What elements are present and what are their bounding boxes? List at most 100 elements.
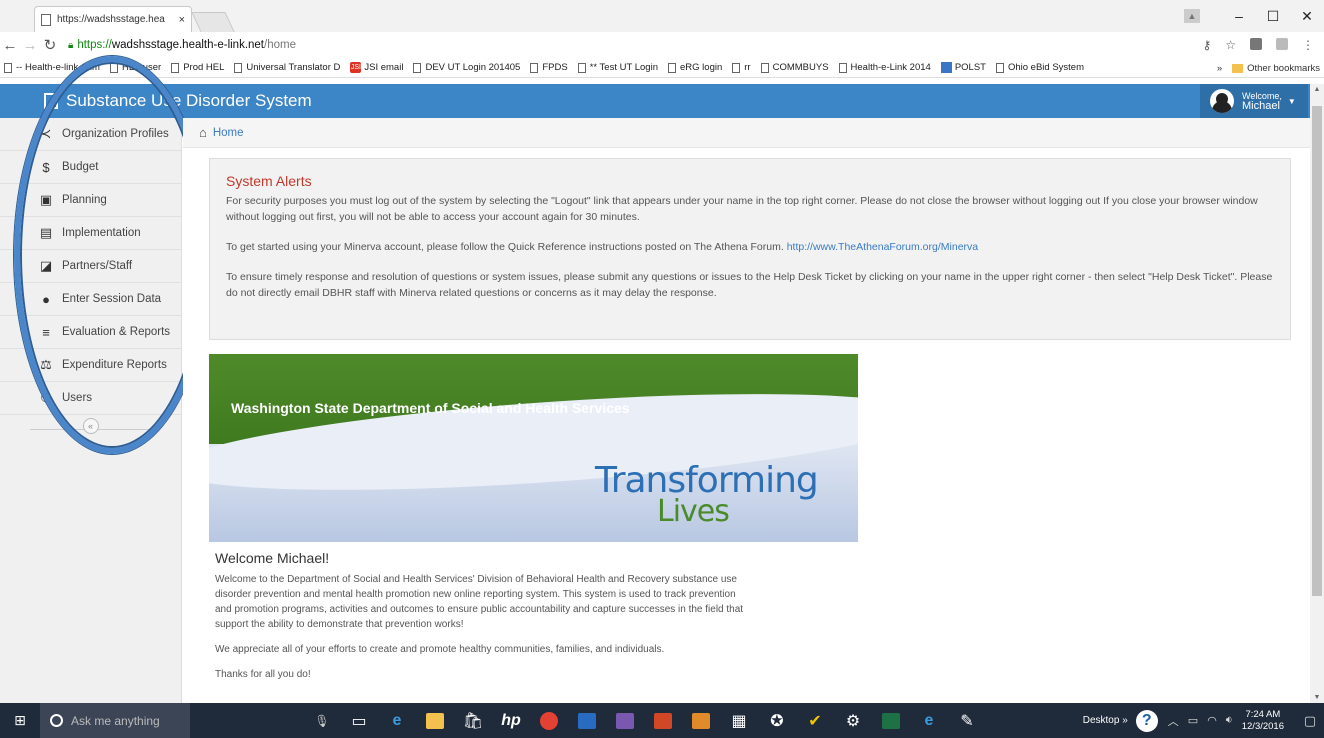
profile-icon[interactable]: ▲ <box>1184 9 1200 23</box>
store-icon[interactable]: 🛍︎ <box>454 703 492 738</box>
doc-icon <box>760 62 769 73</box>
key-icon[interactable]: ⚷ <box>1202 38 1211 52</box>
bookmark-item[interactable]: -- Health-e-link Adm <box>4 62 100 73</box>
sidebar-item-expenditure-reports[interactable]: ⚖ Expenditure Reports <box>0 349 181 382</box>
norton-icon[interactable]: ✔ <box>796 703 834 738</box>
doc-icon <box>171 62 180 73</box>
scroll-up-icon[interactable]: ▲ <box>1310 86 1324 93</box>
bookmark-item[interactable]: Universal Translator D <box>234 62 340 73</box>
media-icon[interactable]: ✪ <box>758 703 796 738</box>
help-icon[interactable]: ? <box>1135 709 1158 732</box>
paint-brush-icon[interactable]: ✎ <box>948 703 986 738</box>
hp-icon[interactable]: hp <box>492 703 530 738</box>
browser-tab[interactable]: https://wadshsstage.hea × <box>34 6 192 32</box>
alert-getting-started-text: To get started using your Minerva accoun… <box>226 241 787 253</box>
volume-icon[interactable]: 🔉︎ <box>1226 714 1233 727</box>
bookmark-item[interactable]: HEL user <box>109 62 161 73</box>
sidebar-item-implementation[interactable]: ▤ Implementation <box>0 217 181 250</box>
notes-icon[interactable] <box>606 703 644 738</box>
sidebar-item-evaluation-reports[interactable]: ≡ Evaluation & Reports <box>0 316 181 349</box>
bookmark-item[interactable]: Health-e-Link 2014 <box>838 62 931 73</box>
address-bar: ← → ↻ 🔒︎ https:// wadshsstage.health-e-l… <box>0 32 1324 58</box>
bookmark-item[interactable]: DEV UT Login 201405 <box>413 62 520 73</box>
sidebar-item-label: Implementation <box>62 227 141 239</box>
bookmark-item[interactable]: ** Test UT Login <box>577 62 658 73</box>
bookmark-item[interactable]: FPDS <box>530 62 568 73</box>
sidebar-item-partners-staff[interactable]: ◪ Partners/Staff <box>0 250 181 283</box>
sidebar-item-label: Planning <box>62 194 107 206</box>
doc-icon <box>995 62 1004 73</box>
menu-icon[interactable]: ⋮ <box>1302 38 1314 52</box>
paint-icon[interactable] <box>682 703 720 738</box>
browser-tabstrip: https://wadshsstage.hea × ▲ – ☐ ✕ <box>0 0 1324 32</box>
wifi-icon[interactable]: ◠ <box>1207 714 1217 727</box>
clock-date: 12/3/2016 <box>1241 720 1284 732</box>
battery-icon[interactable]: ▭ <box>1188 714 1198 727</box>
bookmark-item[interactable]: POLST <box>940 62 986 73</box>
desktop-toolbar[interactable]: Desktop » <box>1083 715 1128 726</box>
sidebar-item-enter-session-data[interactable]: ● Enter Session Data <box>0 283 181 316</box>
scroll-down-icon[interactable]: ▼ <box>1310 694 1324 701</box>
collapse-sidebar-button[interactable]: « <box>82 418 99 434</box>
breadcrumb-home-link[interactable]: Home <box>213 127 244 139</box>
powerpoint-icon[interactable] <box>644 703 682 738</box>
breadcrumb: ⌂ Home <box>183 118 1310 148</box>
excel-icon[interactable] <box>872 703 910 738</box>
page-icon <box>41 13 51 26</box>
alerts-title: System Alerts <box>226 173 312 189</box>
system-tray: Desktop » ? ︿ ▭ ◠ 🔉︎ 7:24 AM 12/3/2016 ▢ <box>1083 703 1324 738</box>
tab-close-button[interactable]: × <box>179 14 185 26</box>
reload-button[interactable]: ↻ <box>40 36 60 54</box>
chrome-icon[interactable] <box>530 703 568 738</box>
url-input[interactable]: 🔒︎ https:// wadshsstage.health-e-link.ne… <box>68 39 1202 51</box>
microphone-icon[interactable]: 🎙︎ <box>308 714 336 728</box>
action-center-icon[interactable]: ▢ <box>1296 713 1324 729</box>
url-path: /home <box>264 39 296 51</box>
tray-overflow-icon[interactable]: ︿ <box>1168 713 1179 729</box>
tools-icon[interactable]: ⚙ <box>834 703 872 738</box>
bookmark-item[interactable]: COMMBUYS <box>760 62 829 73</box>
bookmark-item[interactable]: Prod HEL <box>171 62 224 73</box>
outlook-icon[interactable] <box>568 703 606 738</box>
user-menu[interactable]: Welcome, Michael ▼ <box>1200 84 1308 118</box>
app-title[interactable]: Substance Use Disorder System <box>66 91 312 111</box>
clock[interactable]: 7:24 AM 12/3/2016 <box>1242 709 1284 733</box>
close-window-button[interactable]: ✕ <box>1290 8 1324 25</box>
file-explorer-icon[interactable] <box>416 703 454 738</box>
calculator-icon[interactable]: ▦ <box>720 703 758 738</box>
internet-explorer-icon[interactable]: e <box>910 703 948 738</box>
bookmark-item[interactable]: rr <box>732 62 751 73</box>
bookmark-label: DEV UT Login 201405 <box>425 62 521 73</box>
sidebar-item-organization-profiles[interactable]: ≺ Organization Profiles <box>0 118 181 151</box>
windows-start-icon[interactable]: ⊞ <box>0 703 40 738</box>
sidebar-item-users[interactable]: ⚇ Users <box>0 382 181 415</box>
bookmarks-overflow-button[interactable]: » <box>1217 63 1222 74</box>
extension-icon[interactable] <box>1250 38 1262 50</box>
cortana-search[interactable]: Ask me anything <box>40 703 190 738</box>
scrollbar-thumb[interactable] <box>1312 106 1322 596</box>
user-name: Michael <box>1242 100 1280 112</box>
sidebar-item-budget[interactable]: $ Budget <box>0 151 181 184</box>
new-tab-button[interactable] <box>191 12 235 32</box>
sidebar-item-planning[interactable]: ▣ Planning <box>0 184 181 217</box>
task-view-icon[interactable]: ▭ <box>340 703 378 738</box>
other-bookmarks[interactable]: Other bookmarks <box>1247 63 1320 74</box>
maximize-button[interactable]: ☐ <box>1256 8 1290 25</box>
star-icon[interactable]: ☆ <box>1225 38 1236 52</box>
desktop-overflow-icon: » <box>1122 715 1128 726</box>
minimize-button[interactable]: – <box>1222 8 1256 24</box>
bookmark-item[interactable]: JSI JSI email <box>350 62 403 73</box>
other-bookmarks-group: » Other bookmarks <box>1216 58 1320 77</box>
edge-icon[interactable]: e <box>378 703 416 738</box>
bookmark-item[interactable]: eRG login <box>668 62 722 73</box>
bookmark-item[interactable]: Ohio eBid System <box>995 62 1084 73</box>
extension-icon-2[interactable] <box>1276 38 1288 50</box>
forward-button[interactable]: → <box>20 37 40 54</box>
welcome-thanks: Thanks for all you do! <box>215 669 311 680</box>
bookmarks-bar: -- Health-e-link Adm HEL user Prod HEL Univ… <box>0 58 1324 78</box>
sidebar-item-label: Organization Profiles <box>62 128 169 140</box>
back-button[interactable]: ← <box>0 37 20 54</box>
page-scrollbar[interactable]: ▲ ▼ <box>1310 84 1324 703</box>
alert-security: For security purposes you must log out o… <box>226 195 1258 223</box>
athena-forum-link[interactable]: http://www.TheAthenaForum.org/Minerva <box>787 241 978 253</box>
